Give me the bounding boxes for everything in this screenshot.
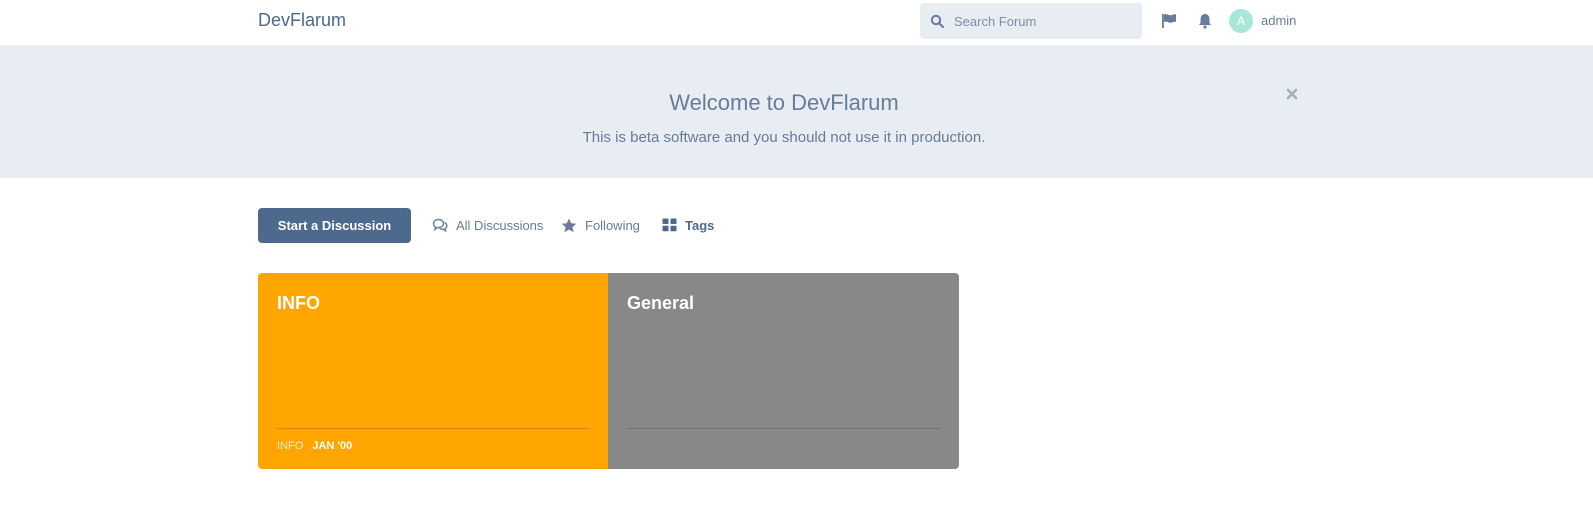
- nav-label: All Discussions: [456, 217, 544, 233]
- forum-brand-link[interactable]: DevFlarum: [258, 10, 346, 31]
- last-discussion[interactable]: INFO JAN '00: [277, 440, 352, 452]
- hero-title: Welcome to DevFlarum: [669, 90, 899, 115]
- nav-following[interactable]: Following: [561, 215, 640, 235]
- welcome-hero: Welcome to DevFlarum This is beta softwa…: [0, 46, 1593, 178]
- last-discussion-title: INFO: [277, 440, 304, 452]
- nav-tags[interactable]: Tags: [662, 215, 714, 235]
- tag-tile-info[interactable]: INFO INFO JAN '00: [258, 273, 608, 469]
- username-label[interactable]: admin: [1261, 13, 1296, 28]
- last-discussion-date: JAN '00: [312, 440, 353, 452]
- star-icon: [561, 218, 577, 232]
- comments-icon: [432, 218, 448, 232]
- tag-tile-general[interactable]: General: [608, 273, 959, 469]
- nav-label: Following: [585, 217, 640, 233]
- search-input[interactable]: [954, 3, 1134, 39]
- bell-icon[interactable]: [1196, 12, 1214, 30]
- th-large-icon: [662, 218, 677, 232]
- close-icon[interactable]: [1284, 86, 1300, 102]
- tile-divider: [627, 428, 940, 429]
- tag-name: General: [627, 293, 695, 313]
- hero-subtitle: This is beta software and you should not…: [582, 129, 986, 146]
- user-avatar[interactable]: A: [1229, 9, 1253, 33]
- nav-label: Tags: [685, 217, 715, 233]
- flag-icon[interactable]: [1160, 12, 1178, 30]
- nav-all-discussions[interactable]: All Discussions: [432, 215, 543, 235]
- search-box[interactable]: [920, 3, 1142, 39]
- tag-name: INFO: [277, 293, 320, 313]
- header-bar: DevFlarum A admin: [0, 0, 1593, 46]
- start-discussion-button[interactable]: Start a Discussion: [258, 208, 411, 243]
- tile-divider: [277, 428, 589, 429]
- search-icon: [930, 14, 944, 28]
